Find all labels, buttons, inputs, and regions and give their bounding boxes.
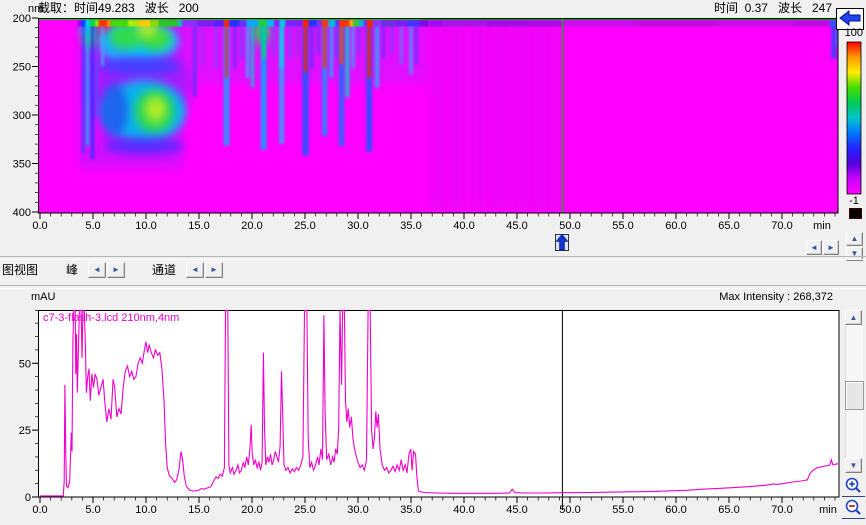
axis-tick-label: 70.0 — [771, 220, 792, 232]
axis-tick-label: 10.0 — [135, 220, 156, 232]
axis-tick-label: 35.0 — [400, 220, 421, 232]
axis-tick-label: 5.0 — [85, 504, 100, 516]
time-cursor-handle[interactable] — [554, 233, 570, 252]
toolbar-divider — [0, 285, 866, 289]
channel-label: 通道 — [152, 263, 176, 277]
wavelength-axis-unit: nm — [28, 3, 43, 15]
axis-tick-label: 20.0 — [241, 504, 262, 516]
axis-tick-label: 20.0 — [241, 220, 262, 232]
axis-tick-label: 15.0 — [188, 220, 209, 232]
axis-tick-label: 5.0 — [85, 220, 100, 232]
axis-tick-label: 10.0 — [135, 504, 156, 516]
axis-tick-label: 25.0 — [294, 220, 315, 232]
axis-tick-label: 55.0 — [612, 504, 633, 516]
axis-tick-label: 45.0 — [506, 504, 527, 516]
contour-plot-area[interactable] — [38, 18, 838, 213]
axis-tick-label: 0.0 — [32, 504, 47, 516]
colorbar-min-label: -1 — [845, 195, 863, 207]
zoom-out-icon — [844, 498, 863, 517]
axis-tick-label: 50 — [19, 358, 31, 370]
time-axis-unit: min — [813, 220, 831, 232]
axis-tick-label: 65.0 — [718, 220, 739, 232]
axis-tick-label: 40.0 — [453, 504, 474, 516]
chromatogram-y-unit: mAU — [31, 291, 55, 303]
time-axis-unit: min — [819, 504, 837, 516]
chromatogram-scroll-down-button[interactable]: ▼ — [845, 458, 862, 473]
channel-next-button[interactable]: ► — [205, 262, 223, 278]
axis-tick-label: 350 — [13, 159, 31, 171]
zoom-out-button[interactable] — [842, 498, 865, 519]
axis-tick-label: 25.0 — [294, 504, 315, 516]
max-intensity-readout: Max Intensity : 268,372 — [719, 291, 833, 303]
axis-tick-label: 50.0 — [559, 220, 580, 232]
contour-scroll-right-button[interactable]: ► — [823, 240, 839, 255]
zoom-in-icon — [844, 476, 863, 495]
contour-scroll-up-button[interactable]: ▲ — [846, 232, 863, 246]
channel-prev-button[interactable]: ◄ — [186, 262, 204, 278]
zoom-in-button[interactable] — [842, 476, 865, 497]
axis-tick-label: 0.0 — [32, 220, 47, 232]
axis-tick-label: 70.0 — [771, 504, 792, 516]
pane-divider — [0, 256, 866, 260]
axis-tick-label: 30.0 — [347, 504, 368, 516]
cursor-up-arrow-icon — [554, 233, 570, 252]
pda-data-analysis-window: 2002503003504000.05.010.015.020.025.030.… — [0, 0, 866, 525]
contour-scroll-left-button[interactable]: ◄ — [806, 240, 822, 255]
peak-label: 峰 — [66, 263, 78, 277]
axis-tick-label: 25 — [19, 425, 31, 437]
axis-tick-label: 35.0 — [400, 504, 421, 516]
axis-tick-label: 30.0 — [347, 220, 368, 232]
intensity-colorbar — [845, 40, 863, 196]
axis-tick-label: 60.0 — [665, 220, 686, 232]
axis-tick-label: 60.0 — [665, 504, 686, 516]
contour-readout-right: 时间 0.37 波长 247 — [714, 1, 832, 15]
axis-tick-label: 300 — [13, 110, 31, 122]
axis-tick-label: 0 — [25, 492, 31, 504]
axis-tick-label: 250 — [13, 62, 31, 74]
axis-tick-label: 55.0 — [612, 220, 633, 232]
axis-tick-label: 45.0 — [506, 220, 527, 232]
peak-next-button[interactable]: ► — [107, 262, 125, 278]
blue-left-arrow-icon — [838, 9, 862, 27]
chromatogram-plot-area[interactable] — [38, 310, 839, 497]
axis-tick-label: 400 — [13, 207, 31, 219]
chromatogram-scroll-up-button[interactable]: ▲ — [845, 310, 862, 325]
colorbar-max-label: 100 — [839, 27, 863, 39]
chromatogram-scrollbar-thumb[interactable] — [845, 381, 864, 410]
axis-tick-label: 65.0 — [718, 504, 739, 516]
axis-tick-label: 40.0 — [453, 220, 474, 232]
axis-tick-label: 15.0 — [188, 504, 209, 516]
contour-readout-left: 截取：时间49.283 波长 200 — [38, 1, 199, 15]
view-label: 图视图 — [2, 263, 38, 277]
peak-prev-button[interactable]: ◄ — [88, 262, 106, 278]
colorbar-under-range-swatch — [849, 208, 862, 219]
